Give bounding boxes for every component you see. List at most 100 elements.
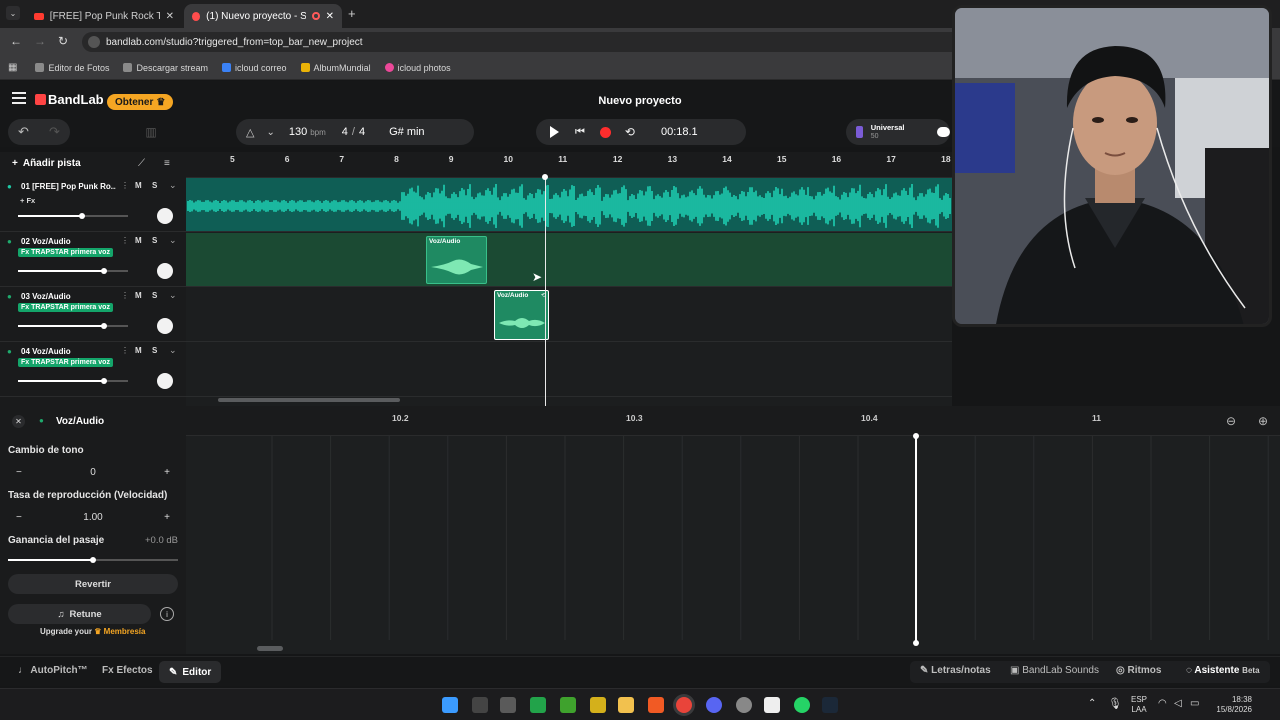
rate-value[interactable]: 1.00 xyxy=(83,512,102,523)
track-lane[interactable] xyxy=(186,178,952,232)
xbox-icon[interactable] xyxy=(530,697,546,713)
mixer-icon[interactable]: ≡ xyxy=(164,158,170,169)
chevron-down-icon[interactable]: ⌄ xyxy=(169,290,177,301)
language-indicator[interactable]: ESP LAA xyxy=(1131,695,1147,715)
solo-button[interactable]: S xyxy=(152,181,157,190)
battery-icon[interactable]: ▭ xyxy=(1190,698,1199,709)
start-icon[interactable] xyxy=(442,697,458,713)
mute-button[interactable]: M xyxy=(135,181,142,190)
track-name[interactable]: 02 Voz/Audio xyxy=(21,237,71,246)
retune-button[interactable]: ♫ Retune xyxy=(8,604,151,624)
volume-handle[interactable] xyxy=(100,268,107,274)
reload-icon[interactable]: ↻ xyxy=(58,34,68,48)
track-lane[interactable] xyxy=(186,343,952,397)
volume-slider[interactable] xyxy=(18,213,128,219)
tab-search-icon[interactable]: ⌄ xyxy=(6,6,20,20)
chevron-down-icon[interactable]: ⌄ xyxy=(266,127,274,138)
editor-ruler[interactable]: 10.2 10.3 10.4 11 xyxy=(186,406,1280,436)
track-name[interactable]: 04 Voz/Audio xyxy=(21,347,71,356)
mastering-pill[interactable]: Universal 50 xyxy=(846,119,950,145)
obtener-button[interactable]: Obtener ♛ xyxy=(107,94,174,110)
volume-handle[interactable] xyxy=(78,213,85,219)
back-icon[interactable]: ← xyxy=(10,34,22,48)
app-icon[interactable] xyxy=(736,697,752,713)
tab-bandlab[interactable]: (1) Nuevo proyecto - Studio ✕ xyxy=(184,4,342,28)
track-lane[interactable]: Voz/Audio xyxy=(186,233,952,287)
whatsapp-icon[interactable] xyxy=(794,697,810,713)
gain-slider[interactable] xyxy=(8,557,178,563)
mic-icon[interactable]: 🎙 xyxy=(1108,697,1122,710)
key-value[interactable]: G# min xyxy=(389,126,424,138)
loop-icon[interactable]: ⟲ xyxy=(625,125,635,139)
chevron-down-icon[interactable]: ⌄ xyxy=(169,235,177,246)
forward-icon[interactable]: → xyxy=(34,34,46,48)
more-icon[interactable]: ⋮ xyxy=(121,291,129,300)
tab-youtube[interactable]: [FREE] Pop Punk Rock Type Beat ✕ xyxy=(26,4,182,28)
new-tab-icon[interactable]: + xyxy=(348,6,356,21)
menu-icon[interactable] xyxy=(12,92,26,104)
solo-button[interactable]: S xyxy=(152,346,157,355)
zoom-out-icon[interactable]: ⊖ xyxy=(1226,414,1236,428)
game-icon[interactable] xyxy=(590,697,606,713)
bpm-value[interactable]: 130 xyxy=(289,126,307,138)
more-icon[interactable]: ⋮ xyxy=(121,236,129,245)
pan-knob[interactable] xyxy=(157,318,173,334)
mastering-toggle[interactable] xyxy=(936,127,950,137)
zoom-in-icon[interactable]: ⊕ xyxy=(1258,414,1268,428)
track-fx-badge[interactable]: Fx TRAPSTAR primera voz xyxy=(18,248,113,257)
volume-slider[interactable] xyxy=(18,323,128,329)
arrangement-timeline[interactable]: 5 6 7 8 9 10 11 12 13 14 15 16 17 18 Voz/Audio Voz/Au… xyxy=(186,152,952,406)
bookmark-albummundial[interactable]: AlbumMundial xyxy=(300,63,371,73)
track-header[interactable]: ● 02 Voz/Audio Fx TRAPSTAR primera voz ⋮… xyxy=(0,233,186,287)
library-icon[interactable]: ▥ xyxy=(136,119,166,145)
editor-tab[interactable]: ✎ Editor xyxy=(159,661,222,683)
wifi-icon[interactable]: ◠ xyxy=(1158,698,1167,709)
timeline-ruler[interactable]: 5 6 7 8 9 10 11 12 13 14 15 16 17 18 xyxy=(186,152,952,178)
volume-slider[interactable] xyxy=(18,378,128,384)
rhythms-tab[interactable]: ◎ Ritmos xyxy=(1116,665,1161,676)
pitch-stepper[interactable]: − 0 + xyxy=(8,463,178,481)
undo-icon[interactable]: ↶ xyxy=(18,124,29,140)
automation-icon[interactable]: ⟋ xyxy=(138,158,145,169)
close-icon[interactable]: ✕ xyxy=(326,11,334,22)
autopitch-tab[interactable]: ♩ AutoPitch™ xyxy=(18,665,88,676)
store-icon[interactable] xyxy=(500,697,516,713)
sounds-tab[interactable]: ▣ BandLab Sounds xyxy=(1010,665,1099,676)
revert-button[interactable]: Revertir xyxy=(8,574,178,594)
track-header[interactable]: ● 03 Voz/Audio Fx TRAPSTAR primera voz ⋮… xyxy=(0,288,186,342)
pan-knob[interactable] xyxy=(157,208,173,224)
more-icon[interactable]: ⋮ xyxy=(121,181,129,190)
more-icon[interactable]: ⋮ xyxy=(121,346,129,355)
track-fx-label[interactable]: + Fx xyxy=(20,196,35,205)
close-icon[interactable]: ✕ xyxy=(166,11,174,22)
mute-button[interactable]: M xyxy=(135,236,142,245)
steam-icon[interactable] xyxy=(822,697,838,713)
horizontal-scrollbar[interactable] xyxy=(218,398,400,402)
audio-clip[interactable]: Voz/Audio xyxy=(426,236,487,284)
mute-button[interactable]: M xyxy=(135,346,142,355)
track-name[interactable]: 01 [FREE] Pop Punk Ro... xyxy=(21,182,116,191)
volume-handle[interactable] xyxy=(100,378,107,384)
site-info-icon[interactable] xyxy=(88,36,100,48)
project-title[interactable]: Nuevo proyecto xyxy=(540,95,740,107)
pitch-value[interactable]: 0 xyxy=(90,467,96,478)
pan-knob[interactable] xyxy=(157,373,173,389)
redo-icon[interactable]: ↷ xyxy=(49,124,60,140)
apps-grid-icon[interactable]: ▦ xyxy=(8,62,17,73)
playhead-handle[interactable] xyxy=(913,640,919,646)
minecraft-icon[interactable] xyxy=(560,697,576,713)
playhead[interactable] xyxy=(545,176,546,406)
bookmark-descargar-stream[interactable]: Descargar stream xyxy=(123,63,208,73)
audio-clip-selected[interactable]: Voz/Audio ⟲ xyxy=(494,290,549,340)
skip-back-icon[interactable]: ⏮ xyxy=(575,126,585,139)
info-icon[interactable]: i xyxy=(160,607,174,621)
editor-scrollbar[interactable] xyxy=(257,646,283,651)
solo-button[interactable]: S xyxy=(152,291,157,300)
track-lane[interactable]: Voz/Audio ⟲ xyxy=(186,288,952,342)
record-icon[interactable] xyxy=(599,126,611,138)
metronome-icon[interactable]: △ xyxy=(246,126,254,139)
chevron-down-icon[interactable]: ⌄ xyxy=(169,180,177,191)
plus-icon[interactable]: + xyxy=(164,467,170,478)
track-fx-badge[interactable]: Fx TRAPSTAR primera voz xyxy=(18,303,113,312)
capcut-icon[interactable] xyxy=(764,697,780,713)
